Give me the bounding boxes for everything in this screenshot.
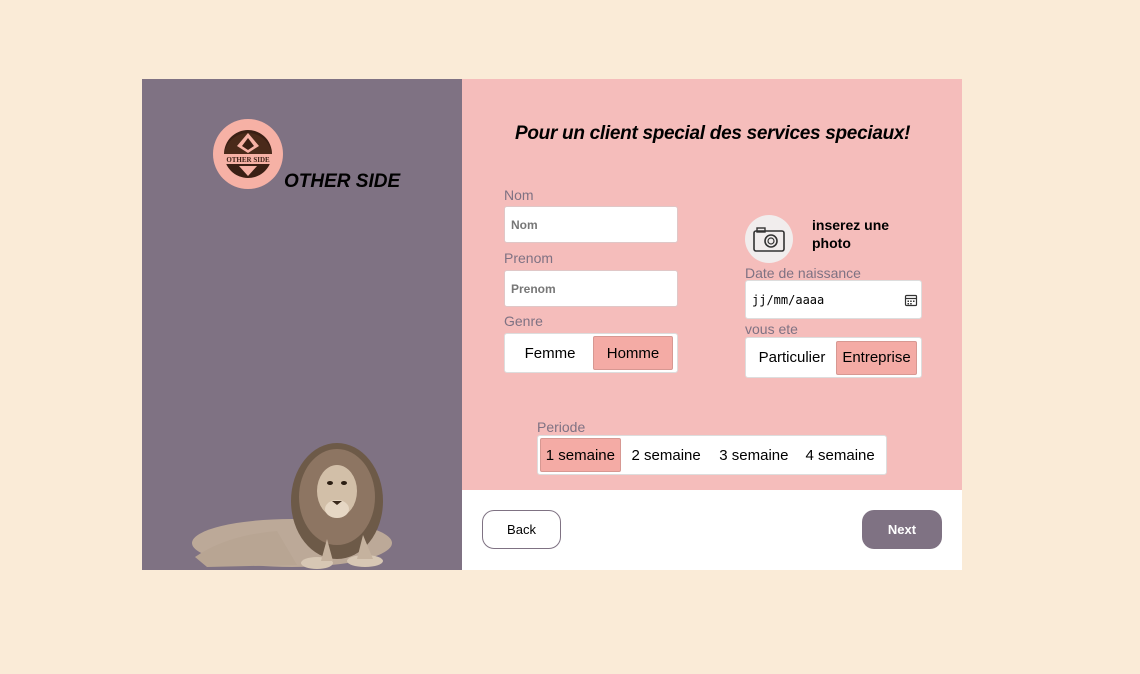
form-headline: Pour un client special des services spec… [515,123,911,144]
prenom-input[interactable]: Prenom [504,270,678,307]
lion-illustration [187,439,417,570]
client-type-label: vous ete [745,321,798,337]
nom-input[interactable]: Nom [504,206,678,243]
client-type-selector: Particulier Entreprise [745,337,922,378]
birthdate-input[interactable]: jj/mm/aaaa [745,280,922,319]
genre-option-femme[interactable]: Femme [507,336,593,370]
signup-card: OTHER SIDE OTHER SIDE Pour un client spe… [142,79,962,570]
periode-label: Periode [537,419,586,435]
genre-label: Genre [504,313,543,329]
form-footer: Back Next [462,490,962,570]
periode-option-2[interactable]: 2 semaine [621,438,712,472]
periode-selector: 1 semaine 2 semaine 3 semaine 4 semaine [537,435,887,475]
brand-name: OTHER SIDE [284,171,401,192]
svg-text:OTHER SIDE: OTHER SIDE [226,156,270,164]
camera-icon [753,227,785,252]
birthdate-placeholder: jj/mm/aaaa [752,292,825,307]
photo-upload-label: inserez une photo [812,217,890,251]
periode-option-1[interactable]: 1 semaine [540,438,621,472]
back-button[interactable]: Back [482,510,561,549]
periode-option-3[interactable]: 3 semaine [712,438,797,472]
date-label: Date de naissance [745,265,861,281]
brand-panel: OTHER SIDE OTHER SIDE [142,79,462,570]
genre-selector: Femme Homme [504,333,678,373]
calendar-icon[interactable] [904,293,918,307]
brand-logo: OTHER SIDE [213,119,283,189]
periode-option-4[interactable]: 4 semaine [796,438,884,472]
genre-option-homme[interactable]: Homme [593,336,673,370]
next-button[interactable]: Next [862,510,942,549]
prenom-label: Prenom [504,250,554,266]
photo-upload-button[interactable] [745,215,793,263]
nom-label: Nom [504,187,534,203]
client-type-option-particulier[interactable]: Particulier [748,341,836,375]
form-panel: Pour un client special des services spec… [462,79,962,490]
client-type-option-entreprise[interactable]: Entreprise [836,340,917,375]
